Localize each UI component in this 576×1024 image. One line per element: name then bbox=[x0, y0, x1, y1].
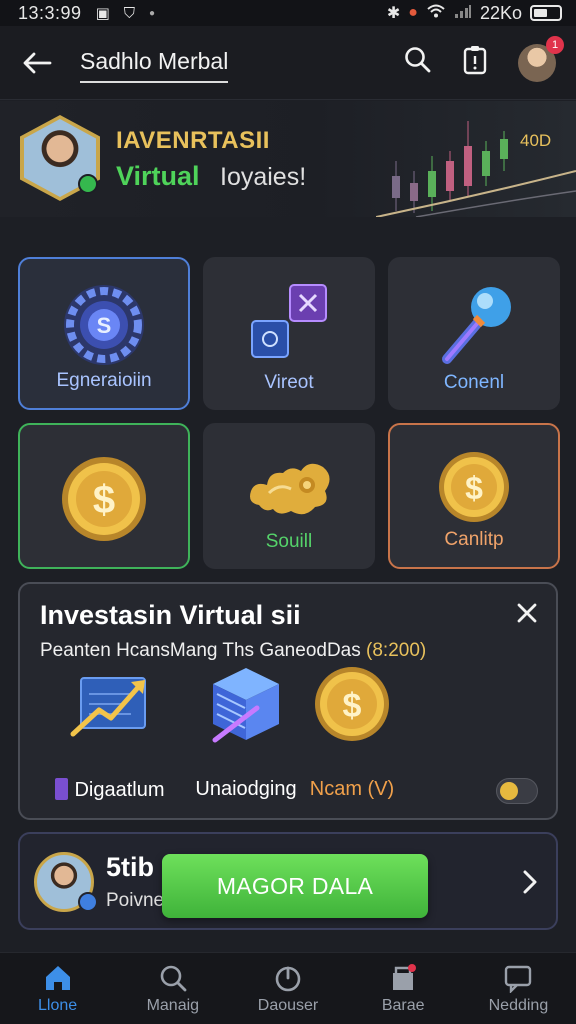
store-icon bbox=[393, 963, 417, 990]
gold-cloud-icon bbox=[203, 447, 375, 527]
promo-title: 5tib bbox=[106, 852, 155, 882]
search-icon bbox=[160, 965, 187, 991]
tile-gold-coin[interactable]: $ bbox=[18, 423, 190, 569]
gear-coin-icon: S bbox=[20, 281, 188, 369]
invest-card-description: Peanten HcansMang Ths GaneodDas (8:200) bbox=[40, 640, 426, 662]
invest-amount-value: 8:200 bbox=[372, 640, 420, 661]
power-icon bbox=[275, 966, 301, 991]
tile-egneraioiin[interactable]: S Egneraioiin bbox=[18, 257, 190, 410]
photo-icon: ▣ bbox=[95, 5, 110, 22]
tile-canlitp[interactable]: $ Canlitp bbox=[388, 423, 560, 569]
invest-item-digaatlum[interactable]: Digaatlum bbox=[40, 664, 180, 801]
bottom-nav: Llone Manaig Daouser Barae Nedding bbox=[0, 952, 576, 1024]
banner-kicker: IAVENRTASII bbox=[116, 127, 270, 154]
nav-label: Nedding bbox=[488, 996, 549, 1014]
microphone-icon bbox=[388, 279, 560, 367]
gold-coin-icon: $ bbox=[20, 453, 188, 545]
search-icon[interactable] bbox=[404, 46, 432, 79]
verified-check-icon bbox=[78, 174, 98, 194]
profile-avatar[interactable]: 1 bbox=[518, 35, 564, 82]
invest-card-title: Investasin Virtual sii bbox=[40, 600, 301, 630]
signal-label: 22Ko bbox=[479, 2, 522, 23]
tile-label: Egneraioiin bbox=[56, 370, 152, 391]
tile-souill[interactable]: Souill bbox=[203, 423, 375, 569]
invest-amount: (8:200) bbox=[366, 640, 427, 661]
gold-coin-icon: $ bbox=[312, 664, 392, 749]
clipboard-icon[interactable] bbox=[462, 45, 488, 80]
invest-item-ncam[interactable]: $ Ncam (V) bbox=[282, 664, 422, 800]
banner-subtitle-rest: Ioyaies! bbox=[220, 163, 307, 191]
chat-icon bbox=[505, 965, 532, 993]
nav-daouser[interactable]: Daouser bbox=[230, 953, 345, 1024]
notification-badge: 1 bbox=[546, 35, 564, 54]
dot-icon: ● bbox=[149, 7, 156, 19]
status-bar: 13:3:99 ▣ ⛉ ● ✱ ● 22Ko bbox=[0, 0, 576, 26]
status-time: 13:3:99 bbox=[18, 2, 82, 23]
signal-icon bbox=[454, 3, 472, 24]
invest-item-label: Digaatlum bbox=[55, 778, 165, 802]
promo-card: 5tib Poivne MAGOR DALA bbox=[18, 832, 558, 930]
gold-coin-icon: $ bbox=[390, 449, 558, 525]
invest-item-text: Digaatlum bbox=[74, 779, 165, 801]
nav-label: Daouser bbox=[257, 996, 319, 1014]
nav-label: Barae bbox=[381, 996, 425, 1014]
back-arrow-icon[interactable] bbox=[20, 46, 54, 80]
candlestick-decoration-icon bbox=[376, 121, 576, 217]
tile-label: Canlitp bbox=[444, 529, 504, 550]
wifi-icon bbox=[426, 3, 446, 24]
svg-text:$: $ bbox=[93, 478, 115, 522]
page-title: Sadhlo Merbal bbox=[80, 48, 229, 83]
tile-conenl[interactable]: Conenl bbox=[388, 257, 560, 410]
file-icon bbox=[55, 778, 69, 800]
tile-label: Vireot bbox=[264, 372, 314, 393]
close-icon[interactable] bbox=[514, 600, 540, 626]
invest-toggle[interactable] bbox=[496, 778, 538, 804]
chart-growth-icon bbox=[65, 664, 155, 749]
promo-subtitle: Poivne bbox=[106, 890, 165, 911]
nav-label: Manaig bbox=[146, 996, 200, 1014]
alert-icon: ● bbox=[408, 4, 418, 21]
app-header: Sadhlo Merbal 1 bbox=[0, 26, 576, 100]
shield-badge-icon bbox=[78, 892, 98, 912]
invest-item-label: Ncam (V) bbox=[309, 778, 395, 800]
shield-icon: ⛉ bbox=[123, 4, 136, 22]
nav-home[interactable]: Llone bbox=[0, 953, 115, 1024]
invest-item-label: Unaiodging bbox=[195, 778, 297, 800]
nav-manaig[interactable]: Manaig bbox=[115, 953, 230, 1024]
tile-vireot[interactable]: Vireot bbox=[203, 257, 375, 410]
svg-text:$: $ bbox=[465, 470, 483, 506]
home-icon bbox=[45, 965, 70, 990]
nav-label: Llone bbox=[38, 996, 78, 1014]
chevron-right-icon[interactable] bbox=[518, 868, 542, 896]
invest-card: Investasin Virtual sii Peanten HcansMang… bbox=[18, 582, 558, 820]
stacked-cubes-icon bbox=[201, 664, 291, 751]
nav-barae[interactable]: Barae bbox=[346, 953, 461, 1024]
svg-text:S: S bbox=[97, 313, 112, 338]
hero-banner: IAVENRTASII Virtual Ioyaies! 40D bbox=[0, 101, 576, 217]
magor-dala-button[interactable]: MAGOR DALA bbox=[162, 854, 428, 918]
svg-text:$: $ bbox=[343, 687, 362, 725]
nav-nedding[interactable]: Nedding bbox=[461, 953, 576, 1024]
tile-label: Conenl bbox=[443, 372, 505, 393]
banner-subtitle-highlight: Virtual bbox=[116, 161, 200, 191]
banner-price-tag: 40D bbox=[520, 131, 552, 150]
battery-icon bbox=[530, 5, 562, 21]
connected-blocks-icon bbox=[203, 279, 375, 367]
invest-description-text: Peanten HcansMang Ths GaneodDas bbox=[40, 640, 361, 661]
tile-label: Souill bbox=[265, 531, 313, 552]
bluetooth-icon: ✱ bbox=[386, 5, 401, 22]
